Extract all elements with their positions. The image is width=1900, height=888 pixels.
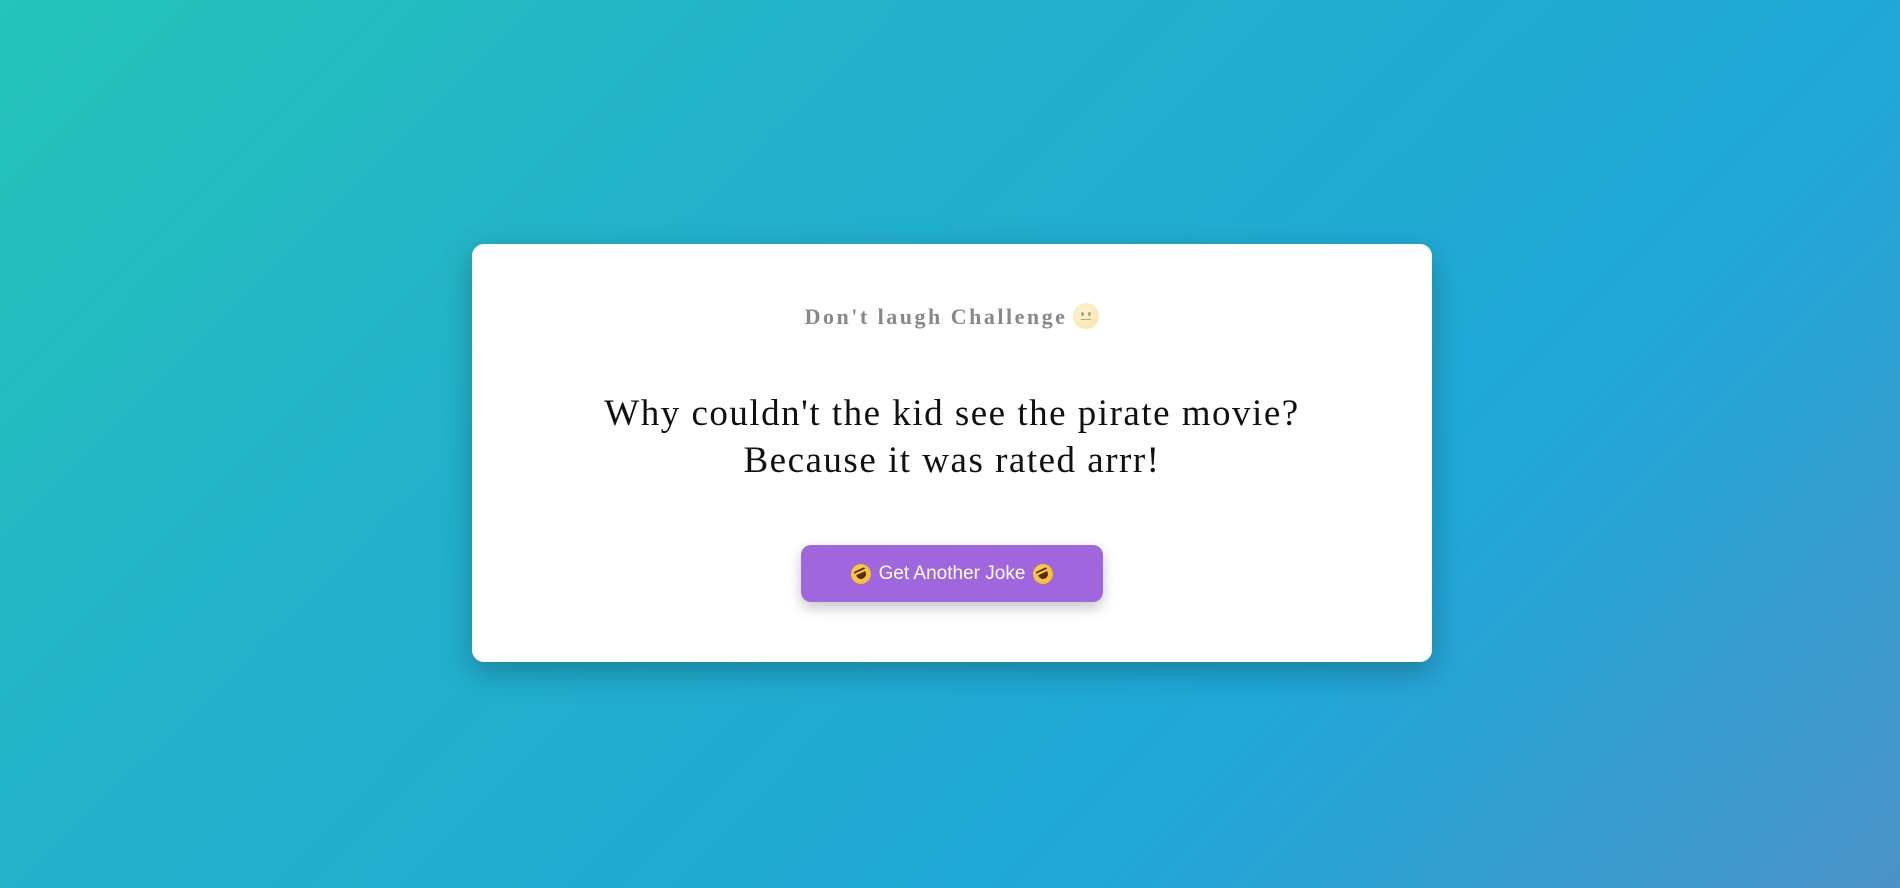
rolling-on-floor-laughing-icon xyxy=(847,560,874,587)
challenge-title: Don't laugh Challenge xyxy=(472,302,1432,332)
get-another-joke-label: Get Another Joke xyxy=(878,562,1026,584)
joke-card: Don't laugh Challenge Why couldn't the k… xyxy=(472,244,1432,662)
joke-text: Why couldn't the kid see the pirate movi… xyxy=(472,390,1432,484)
joke-setup: Why couldn't the kid see the pirate movi… xyxy=(604,393,1300,434)
rolling-on-floor-laughing-icon xyxy=(1030,560,1057,587)
joke-punchline: Because it was rated arrr! xyxy=(743,440,1161,481)
grimacing-face-icon xyxy=(1073,303,1100,329)
get-another-joke-button[interactable]: Get Another Joke xyxy=(801,545,1103,602)
challenge-title-text: Don't laugh Challenge xyxy=(804,304,1068,329)
